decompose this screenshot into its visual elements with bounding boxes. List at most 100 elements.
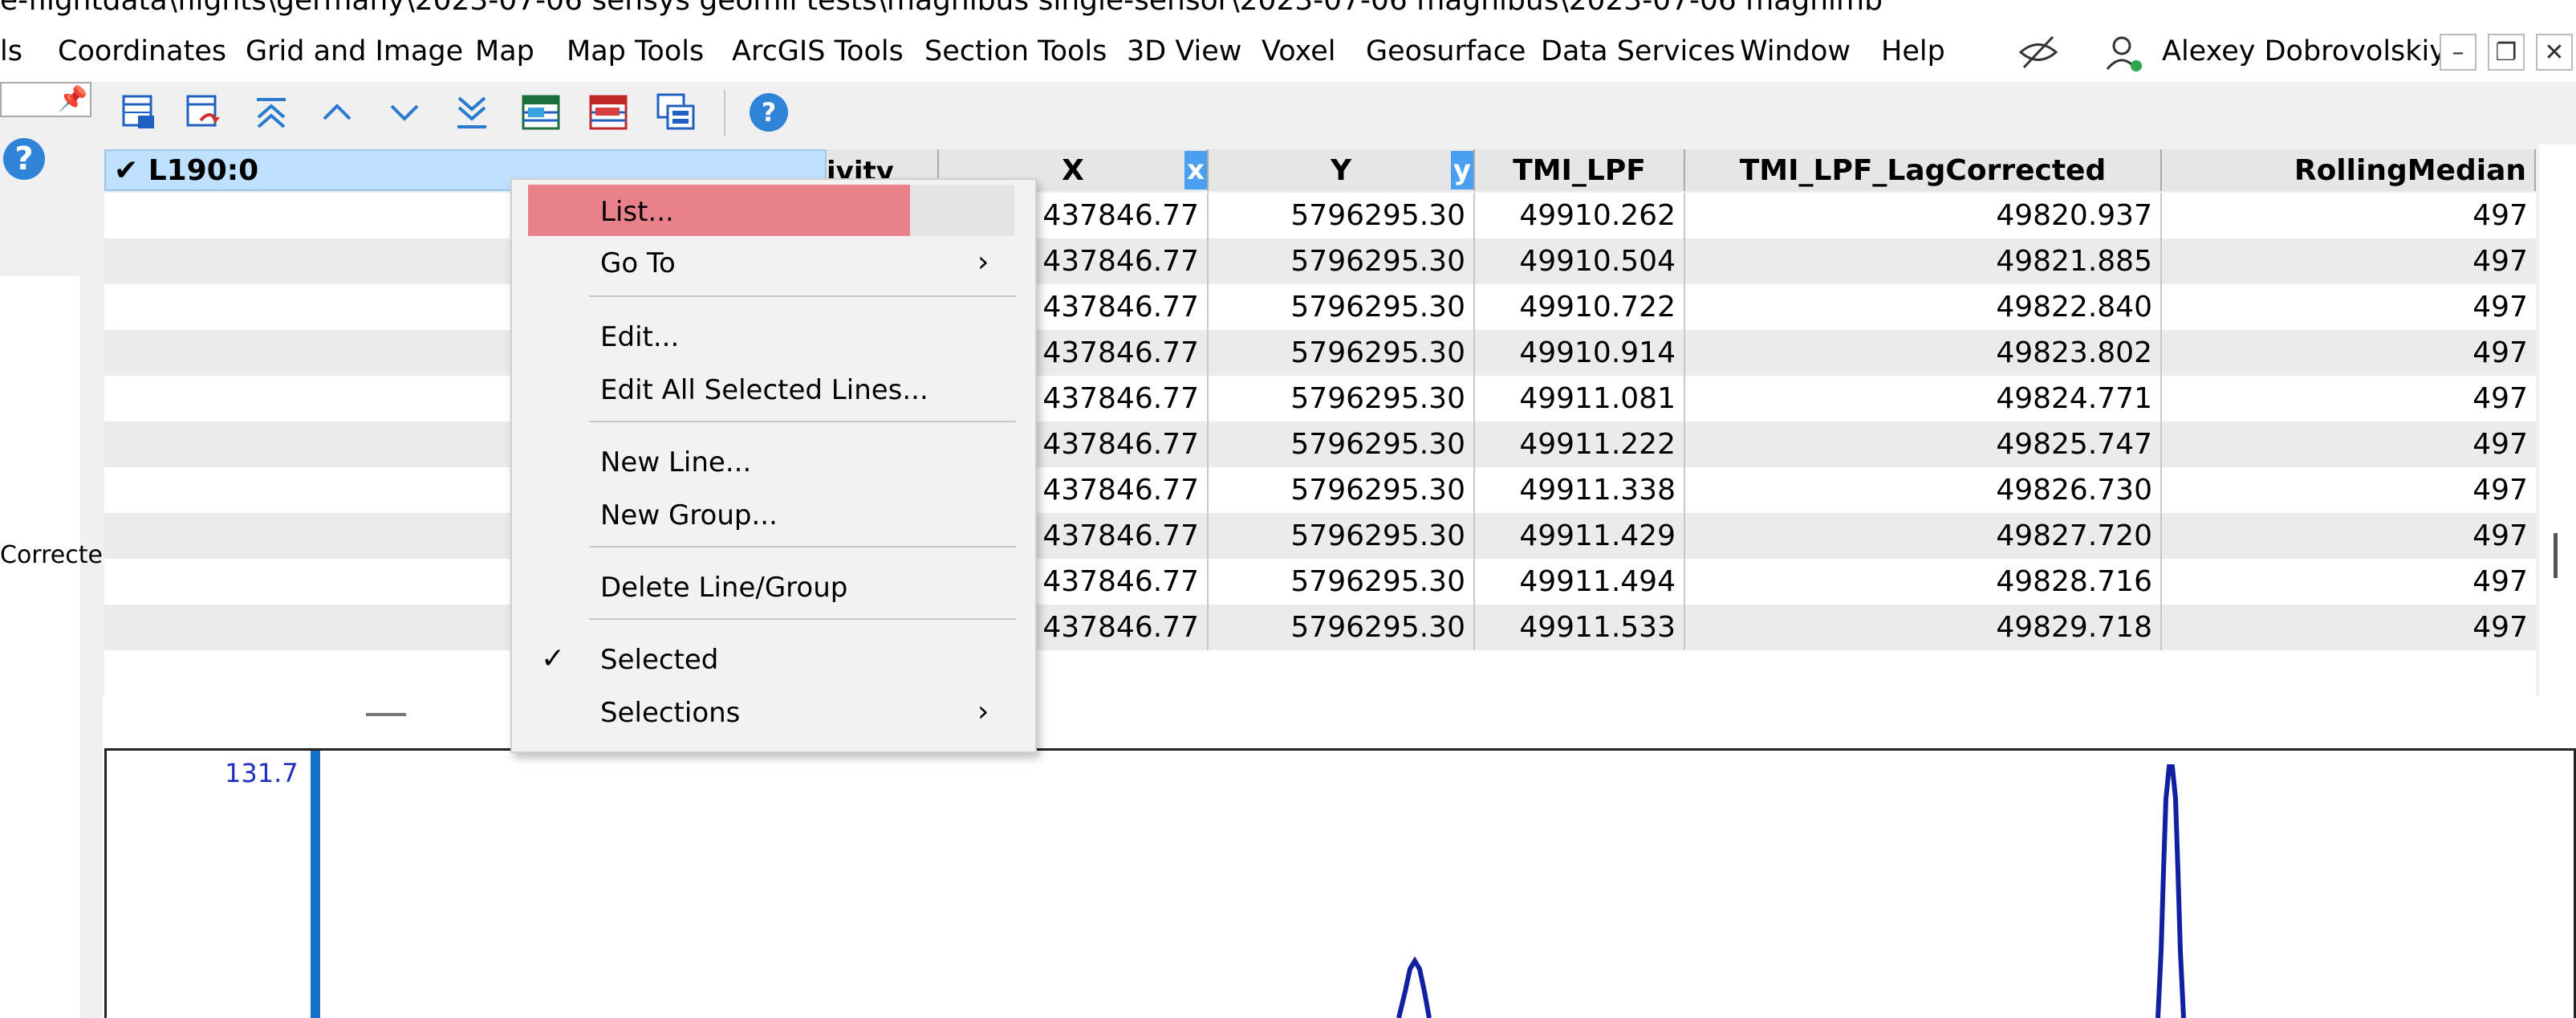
column-header-tmi-lpf[interactable]: TMI_LPF — [1475, 149, 1685, 191]
menu-voxel[interactable]: Voxel — [1262, 35, 1335, 67]
help-icon[interactable]: ? — [745, 88, 793, 136]
table-cell-lag[interactable]: 49826.730 — [1685, 467, 2162, 513]
table-cell-tmi[interactable]: 49910.504 — [1475, 238, 1685, 284]
table-row[interactable]: 437846.77 5796295.30 49910.504 49821.885 497 — [104, 238, 2536, 284]
menu-grid-and-image[interactable]: Grid and Image — [246, 35, 463, 67]
table-row[interactable]: 437846.77 5796295.30 49911.222 49825.747 497 — [104, 421, 2536, 467]
table-cell-tmi[interactable]: 49910.262 — [1475, 193, 1685, 238]
table-cell-y[interactable]: 5796295.30 — [1209, 467, 1475, 513]
channel-properties-icon[interactable] — [652, 88, 700, 136]
table-cell-y[interactable]: 5796295.30 — [1209, 421, 1475, 467]
menu-item-list[interactable]: List... — [512, 186, 1035, 238]
restore-button[interactable]: ❐ — [2488, 34, 2525, 71]
table-cell-roll[interactable]: 497 — [2162, 330, 2536, 376]
table-cell-tmi[interactable]: 49911.533 — [1475, 605, 1685, 650]
column-header-y[interactable]: Y — [1209, 149, 1475, 191]
minimize-button[interactable]: – — [2440, 34, 2476, 71]
table-cell-lag[interactable]: 49828.716 — [1685, 559, 2162, 605]
table-row[interactable]: 437846.77 5796295.30 49911.338 49826.730 497 — [104, 467, 2536, 513]
table-cell-tmi[interactable]: 49911.494 — [1475, 559, 1685, 605]
menu-3d-view[interactable]: 3D View — [1127, 35, 1241, 67]
delete-channel-icon[interactable] — [584, 88, 632, 136]
add-channel-icon[interactable] — [517, 88, 565, 136]
column-header-rollingmedian[interactable]: RollingMedian — [2162, 149, 2536, 191]
svg-text:?: ? — [762, 97, 777, 128]
last-line-icon[interactable] — [448, 88, 496, 136]
table-cell-y[interactable]: 5796295.30 — [1209, 238, 1475, 284]
table-cell-y[interactable]: 5796295.30 — [1209, 193, 1475, 238]
help-icon[interactable]: ? — [3, 138, 45, 180]
table-cell-roll[interactable]: 497 — [2162, 284, 2536, 330]
table-cell-y[interactable]: 5796295.30 — [1209, 284, 1475, 330]
save-database-icon[interactable] — [114, 88, 162, 136]
user-icon[interactable] — [2104, 34, 2143, 75]
menu-item-go-to[interactable]: Go To › — [512, 238, 1035, 289]
menu-tools[interactable]: ls — [0, 35, 22, 67]
menu-item-selected[interactable]: ✓ Selected — [512, 634, 1035, 686]
table-row[interactable]: 437846.77 5796295.30 49910.914 49823.802 497 — [104, 330, 2536, 376]
first-line-icon[interactable] — [247, 88, 295, 136]
table-cell-roll[interactable]: 497 — [2162, 559, 2536, 605]
table-cell-y[interactable]: 5796295.30 — [1209, 330, 1475, 376]
menu-arcgis-tools[interactable]: ArcGIS Tools — [732, 35, 904, 67]
menu-window[interactable]: Window — [1740, 35, 1851, 67]
menu-item-edit-all-selected-lines[interactable]: Edit All Selected Lines... — [512, 364, 1035, 416]
table-cell-lag[interactable]: 49829.718 — [1685, 605, 2162, 650]
table-cell-lag[interactable]: 49821.885 — [1685, 238, 2162, 284]
close-button[interactable]: ✕ — [2536, 34, 2573, 71]
table-cell-roll[interactable]: 497 — [2162, 376, 2536, 421]
table-cell-lag[interactable]: 49822.840 — [1685, 284, 2162, 330]
table-cell-lag[interactable]: 49825.747 — [1685, 421, 2162, 467]
vertical-scrollbar-thumb[interactable] — [2554, 533, 2558, 578]
menu-coordinates[interactable]: Coordinates — [58, 35, 226, 67]
menu-data-services[interactable]: Data Services — [1541, 35, 1735, 67]
table-cell-tmi[interactable]: 49910.722 — [1475, 284, 1685, 330]
menu-item-edit[interactable]: Edit... — [512, 312, 1035, 363]
menu-item-new-line[interactable]: New Line... — [512, 437, 1035, 488]
pin-icon[interactable]: 📌 — [58, 85, 87, 113]
menu-map-tools[interactable]: Map Tools — [567, 35, 704, 67]
table-cell-roll[interactable]: 497 — [2162, 421, 2536, 467]
eye-off-icon[interactable] — [2017, 34, 2059, 74]
table-cell-y[interactable]: 5796295.30 — [1209, 605, 1475, 650]
table-cell-y[interactable]: 5796295.30 — [1209, 376, 1475, 421]
table-row[interactable]: 437846.77 5796295.30 49911.429 49827.720 497 — [104, 513, 2536, 559]
revert-database-icon[interactable] — [178, 88, 226, 136]
previous-line-icon[interactable] — [313, 88, 361, 136]
table-cell-roll[interactable]: 497 — [2162, 238, 2536, 284]
table-cell-tmi[interactable]: 49911.429 — [1475, 513, 1685, 559]
table-cell-tmi[interactable]: 49910.914 — [1475, 330, 1685, 376]
menu-item-delete-line-group[interactable]: Delete Line/Group — [512, 562, 1035, 613]
menu-section-tools[interactable]: Section Tools — [924, 35, 1107, 67]
splitter-handle[interactable] — [366, 713, 406, 716]
profile-bar — [311, 751, 320, 1018]
menu-item-label: Edit... — [600, 321, 680, 353]
table-cell-y[interactable]: 5796295.30 — [1209, 513, 1475, 559]
menu-item-new-group[interactable]: New Group... — [512, 490, 1035, 541]
table-cell-roll[interactable]: 497 — [2162, 513, 2536, 559]
table-row[interactable]: 437846.77 5796295.30 49911.533 49829.718 497 — [104, 605, 2536, 650]
profile-peak — [1396, 956, 1432, 1018]
table-cell-tmi[interactable]: 49911.338 — [1475, 467, 1685, 513]
menu-bar: ls Coordinates Grid and Image Map Map To… — [0, 24, 2576, 82]
column-header-tmi-lpf-lagcorrected[interactable]: TMI_LPF_LagCorrected — [1685, 149, 2162, 191]
table-row[interactable]: 437846.77 5796295.30 49910.262 49820.937 497 — [104, 193, 2536, 238]
table-row[interactable]: 437846.77 5796295.30 49910.722 49822.840 497 — [104, 284, 2536, 330]
table-cell-lag[interactable]: 49823.802 — [1685, 330, 2162, 376]
table-cell-tmi[interactable]: 49911.222 — [1475, 421, 1685, 467]
table-row[interactable]: 437846.77 5796295.30 49911.081 49824.771 497 — [104, 376, 2536, 421]
table-cell-roll[interactable]: 497 — [2162, 193, 2536, 238]
table-cell-lag[interactable]: 49827.720 — [1685, 513, 2162, 559]
menu-geosurface[interactable]: Geosurface — [1366, 35, 1526, 67]
table-row[interactable]: 437846.77 5796295.30 49911.494 49828.716 497 — [104, 559, 2536, 605]
table-cell-roll[interactable]: 497 — [2162, 467, 2536, 513]
next-line-icon[interactable] — [380, 88, 429, 136]
menu-map[interactable]: Map — [475, 35, 534, 67]
menu-help[interactable]: Help — [1881, 35, 1945, 67]
table-cell-lag[interactable]: 49820.937 — [1685, 193, 2162, 238]
table-cell-tmi[interactable]: 49911.081 — [1475, 376, 1685, 421]
table-cell-roll[interactable]: 497 — [2162, 605, 2536, 650]
table-cell-lag[interactable]: 49824.771 — [1685, 376, 2162, 421]
menu-item-selections[interactable]: Selections › — [512, 687, 1035, 739]
table-cell-y[interactable]: 5796295.30 — [1209, 559, 1475, 605]
